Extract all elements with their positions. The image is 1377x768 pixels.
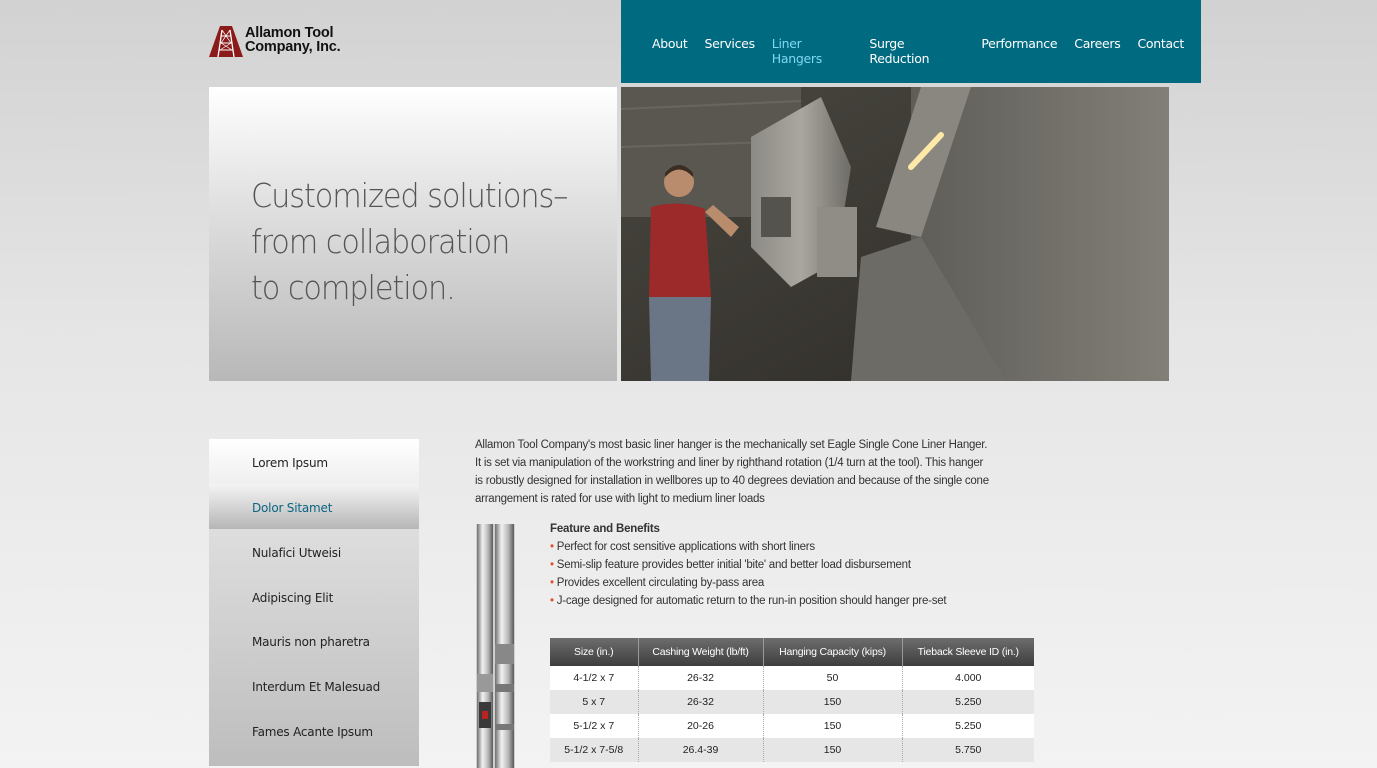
intro-line: arrangement is rated for use with light … [475,493,765,505]
table-header-row: Size (in.) Cashing Weight (lb/ft) Hangin… [550,638,1034,666]
logo-wordmark: Allamon Tool Company, Inc. [245,26,341,55]
feature-text: J-cage designed for automatic return to … [556,595,947,607]
features-title: Feature and Benefits [550,523,660,535]
sidebar-item-interdum-et-malesuad[interactable]: Interdum Et Malesuad [209,663,419,708]
feature-text: Perfect for cost sensitive applications … [556,541,815,553]
bullet-dot-icon: • [550,559,554,571]
feature-text: Provides excellent circulating by-pass a… [556,577,764,589]
header-tieback-sleeve-id: Tieback Sleeve ID (in.) [902,638,1034,666]
cell-size: 5-1/2 x 7 [550,714,639,738]
cell-size: 4-1/2 x 7 [550,666,639,690]
table-row: 5-1/2 x 7-5/8 26.4-39 150 5.750 [550,738,1034,762]
hero-tagline-panel: Customized solutions– from collaboration… [209,87,617,381]
feature-item: • Semi-slip feature provides better initi… [550,556,1030,574]
intro-paragraph: Allamon Tool Company's most basic liner … [475,436,1035,508]
features-section: Feature and Benefits • Perfect for cost s… [550,520,1030,610]
main-navigation: About Services Liner Hangers Surge Reduc… [621,0,1201,83]
intro-line: Allamon Tool Company's most basic liner … [475,439,988,451]
tagline-line-2: from collaboration [251,222,510,261]
nav-performance[interactable]: Performance [981,36,1057,66]
tagline-line-3: to completion. [251,268,456,307]
feature-text: Semi-slip feature provides better initia… [556,559,911,571]
cell-size: 5-1/2 x 7-5/8 [550,738,639,762]
sidebar-item-nulafici-utweisi[interactable]: Nulafici Utweisi [209,529,419,574]
sidebar-item-lorem-ipsum[interactable]: Lorem Ipsum [209,439,419,484]
cell-capacity: 150 [763,738,903,762]
nav-services[interactable]: Services [704,36,755,66]
bullet-dot-icon: • [550,541,554,553]
nav-liner-hangers[interactable]: Liner Hangers [772,36,853,66]
cell-size: 5 x 7 [550,690,639,714]
cell-sleeve-id: 4.000 [902,666,1034,690]
feature-item: • Provides excellent circulating by-pass … [550,574,1030,592]
hero-photo [621,87,1169,381]
tagline-line-1: Customized solutions– [251,176,568,215]
oil-derrick-icon [209,26,243,57]
logo-line-2: Company, Inc. [245,38,341,55]
nav-careers[interactable]: Careers [1074,36,1120,66]
features-list: • Perfect for cost sensitive applications… [550,538,1030,610]
intro-line: It is set via manipulation of the workst… [475,457,984,469]
bullet-dot-icon: • [550,595,554,607]
cell-weight: 26-32 [638,666,764,690]
sidebar-item-dolor-sitamet[interactable]: Dolor Sitamet [209,484,419,529]
table-row: 4-1/2 x 7 26-32 50 4.000 [550,666,1034,690]
cell-sleeve-id: 5.250 [902,690,1034,714]
bullet-dot-icon: • [550,577,554,589]
cell-capacity: 150 [763,690,903,714]
header-size: Size (in.) [550,638,639,666]
sidebar-item-fames-acante-ipsum[interactable]: Fames Acante Ipsum [209,708,419,753]
workshop-photo-illustration [621,87,1169,381]
cell-sleeve-id: 5.250 [902,714,1034,738]
hero-tagline: Customized solutions– from collaboration… [251,173,582,311]
sidebar-item-adipiscing-elit[interactable]: Adipiscing Elit [209,574,419,619]
intro-line: is robustly designed for installation in… [475,475,989,487]
cell-weight: 26.4-39 [638,738,764,762]
table-row: 5-1/2 x 7 20-26 150 5.250 [550,714,1034,738]
cell-weight: 26-32 [638,690,764,714]
cell-sleeve-id: 5.750 [902,738,1034,762]
nav-surge-reduction[interactable]: Surge Reduction [869,36,964,66]
cell-capacity: 150 [763,714,903,738]
header-casing-weight: Cashing Weight (lb/ft) [638,638,764,666]
liner-hanger-product-image [475,524,517,768]
feature-item: • Perfect for cost sensitive applications… [550,538,1030,556]
header-hanging-capacity: Hanging Capacity (kips) [763,638,903,666]
specifications-table: Size (in.) Cashing Weight (lb/ft) Hangin… [550,638,1034,762]
nav-about[interactable]: About [652,36,688,66]
main-content: Allamon Tool Company's most basic liner … [475,436,1035,508]
cell-capacity: 50 [763,666,903,690]
feature-item: • J-cage designed for automatic return to… [550,592,1030,610]
nav-contact[interactable]: Contact [1137,36,1184,66]
cell-weight: 20-26 [638,714,764,738]
sidebar-item-mauris-non-pharetra[interactable]: Mauris non pharetra [209,618,419,663]
company-logo[interactable]: Allamon Tool Company, Inc. [209,25,369,59]
table-row: 5 x 7 26-32 150 5.250 [550,690,1034,714]
sidebar-menu: Lorem Ipsum Dolor Sitamet Nulafici Utwei… [209,439,419,766]
